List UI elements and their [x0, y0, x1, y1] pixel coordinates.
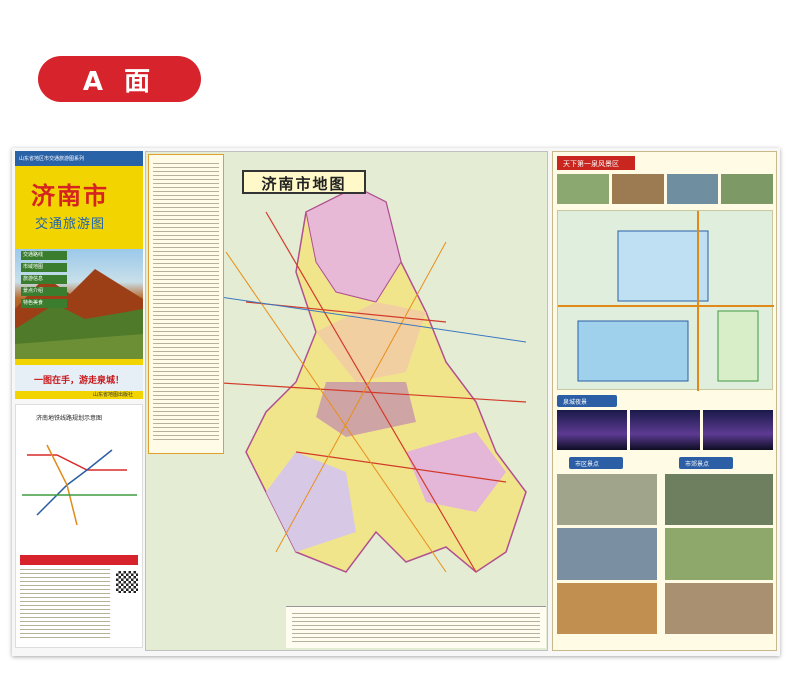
section-header-urban: 市区景点	[569, 457, 623, 469]
cover-tag: 旅游信息	[21, 275, 67, 284]
map-title: 济南市地图	[242, 170, 366, 194]
cover-tag: 交通路线	[21, 251, 67, 260]
cover-panel: 山东省地区市交通旅游图系列 济南市 交通旅游图 交通路线 市域地图 旅游信息 景…	[15, 151, 143, 399]
urban-photos	[557, 474, 657, 634]
cover-tag: 特色美食	[21, 299, 67, 308]
cover-tag: 市域地图	[21, 263, 67, 272]
subway-panel: 济南地铁线路规划示意图	[15, 404, 143, 648]
night-view-header: 泉城夜景	[557, 395, 617, 407]
cover-slogan: 一图在手，游走泉城！	[15, 365, 143, 391]
cover-tag-list: 交通路线 市域地图 旅游信息 景点介绍 特色美食	[21, 251, 67, 311]
subway-heading: 济南地铁线路规划示意图	[36, 415, 103, 422]
cover-publisher: 山东省地图出版社	[92, 392, 133, 398]
scenic-header: 天下第一泉风景区	[557, 156, 635, 170]
cover-subtitle: 交通旅游图	[35, 217, 106, 232]
subway-info-text	[20, 569, 110, 639]
map-sheet: 山东省地区市交通旅游图系列 济南市 交通旅游图 交通路线 市域地图 旅游信息 景…	[12, 148, 780, 656]
cover-tag: 景点介绍	[21, 287, 67, 296]
scenic-area-map[interactable]	[557, 210, 774, 391]
cover-series: 山东省地区市交通旅游图系列	[15, 151, 143, 166]
map-legend-strip	[286, 606, 546, 648]
suburban-photos	[665, 474, 773, 634]
scenic-photo-row	[557, 174, 773, 204]
section-header-suburban: 市郊景点	[679, 457, 733, 469]
map-side-legend	[148, 154, 224, 454]
cover-title: 济南市	[31, 181, 109, 210]
qr-code-icon	[116, 571, 138, 593]
subway-info-bar	[20, 555, 138, 565]
jinan-city-map[interactable]: 济南市地图	[145, 151, 548, 651]
scenic-panel: 天下第一泉风景区 泉城夜景 市区景点 市郊景点	[552, 151, 777, 651]
side-a-badge: A 面	[38, 56, 201, 102]
scenic-map-graphic	[558, 211, 774, 391]
subway-line-diagram	[22, 444, 137, 526]
night-photo-row	[557, 410, 773, 450]
